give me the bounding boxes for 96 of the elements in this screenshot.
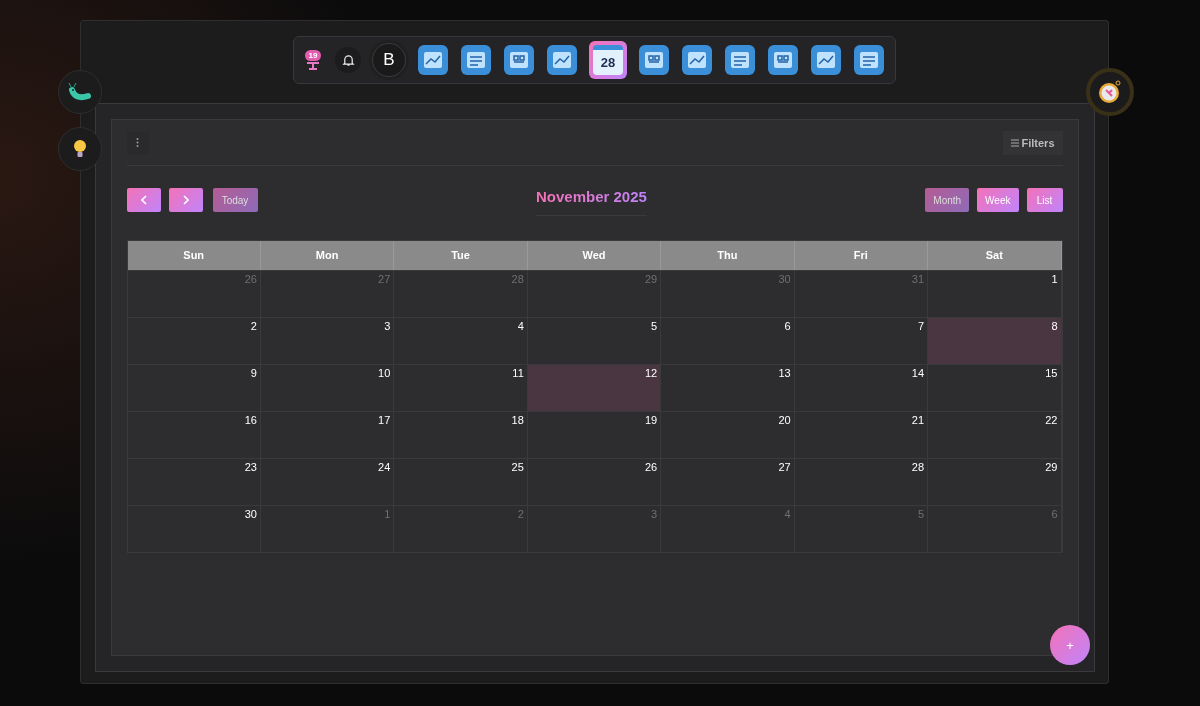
day-number: 9 [250,367,257,379]
compass-icon [1098,80,1122,104]
day-number: 27 [378,273,391,285]
day-cell[interactable]: 18 [394,411,528,458]
day-number: 26 [644,461,658,473]
day-number: 28 [911,461,925,473]
day-number: 2 [250,320,257,332]
bug-button[interactable] [58,70,102,114]
weekday-header: Sat [928,241,1062,270]
chart-app-icon [418,45,448,75]
day-cell[interactable]: 25 [394,458,528,505]
filters-button[interactable]: Filters [1003,130,1063,155]
day-number: 18 [511,414,524,426]
weekday-header: Sun [127,241,261,270]
chevron-right-icon [182,195,189,205]
day-cell[interactable]: 11 [394,364,528,411]
day-number: 4 [517,320,524,332]
day-cell[interactable]: 29 [928,458,1062,505]
chevron-left-icon [140,195,147,205]
day-cell[interactable]: 10 [260,364,395,411]
day-number: 15 [1045,367,1058,379]
day-number: 26 [244,273,257,285]
day-number: 4 [784,508,791,520]
day-cell[interactable]: 19 [527,411,662,458]
day-cell[interactable]: 12 [527,364,662,411]
day-number: 7 [917,320,925,332]
notification-badge: 19 [304,50,322,61]
app-button[interactable] [417,44,449,76]
list-icon [1011,138,1020,147]
compass-button[interactable] [1086,68,1134,116]
day-number: 31 [911,273,925,285]
avatar-button[interactable]: B [372,43,406,77]
bell-icon [341,53,355,67]
day-cell[interactable]: 8 [928,317,1062,364]
day-cell[interactable]: 14 [794,364,929,411]
weekday-header: Wed [527,241,662,270]
day-cell[interactable]: 3 [260,317,395,364]
day-number: 2 [517,508,524,520]
weekday-header: Fri [794,241,929,270]
day-number: 24 [378,461,391,473]
day-number: 22 [1045,414,1058,426]
day-cell[interactable]: 26 [527,458,662,505]
lightbulb-icon [73,139,87,159]
weekday-header: Thu [661,241,795,270]
day-number: 12 [644,367,658,379]
day-number: 1 [384,508,391,520]
day-number: 14 [911,367,925,379]
day-number: 25 [511,461,524,473]
day-cell[interactable]: 28 [794,458,929,505]
more-icon [136,138,139,147]
day-cell[interactable]: 4 [394,317,528,364]
day-number: 6 [784,320,791,332]
weekday-header: Mon [260,241,395,270]
day-number: 11 [512,367,524,379]
next-button[interactable] [168,188,203,212]
month-title: November 2025 [535,188,647,216]
day-number: 5 [651,320,658,332]
day-number: 10 [378,367,391,379]
day-cell[interactable]: 23 [127,458,261,505]
day-cell[interactable]: 15 [928,364,1062,411]
previous-button[interactable] [126,188,161,212]
day-number: 8 [1051,320,1058,332]
day-cell[interactable]: 17 [260,411,395,458]
day-number: 27 [778,461,791,473]
day-number: 19 [644,414,658,426]
day-cell[interactable]: 20 [661,411,795,458]
day-number: 30 [778,273,791,285]
day-number: 3 [651,508,658,520]
day-number: 28 [511,273,524,285]
bell-button[interactable] [335,47,361,73]
day-number: 29 [644,273,658,285]
day-number: 1 [1051,273,1058,285]
day-number: 13 [778,367,791,379]
day-number: 29 [1045,461,1058,473]
day-cell[interactable]: 6 [661,317,795,364]
day-cell[interactable]: 27 [661,458,795,505]
day-number: 16 [244,414,257,426]
lightbulb-button[interactable] [58,127,102,171]
day-number: 17 [378,414,391,426]
day-cell[interactable]: 30 [127,505,261,552]
day-cell[interactable]: 21 [794,411,929,458]
caterpillar-icon [68,82,92,102]
weekday-header: Tue [394,241,528,270]
day-number: 5 [917,508,925,520]
day-number: 21 [911,414,925,426]
day-cell[interactable]: 13 [661,364,795,411]
day-cell[interactable]: 24 [260,458,395,505]
day-number: 20 [778,414,791,426]
day-number: 30 [244,508,257,520]
day-cell[interactable]: 9 [127,364,261,411]
day-number: 3 [384,320,391,332]
day-cell[interactable]: 22 [928,411,1062,458]
day-number: 6 [1051,508,1058,520]
day-number: 23 [244,461,257,473]
day-cell[interactable]: 2 [127,317,261,364]
day-cell[interactable]: 16 [127,411,261,458]
